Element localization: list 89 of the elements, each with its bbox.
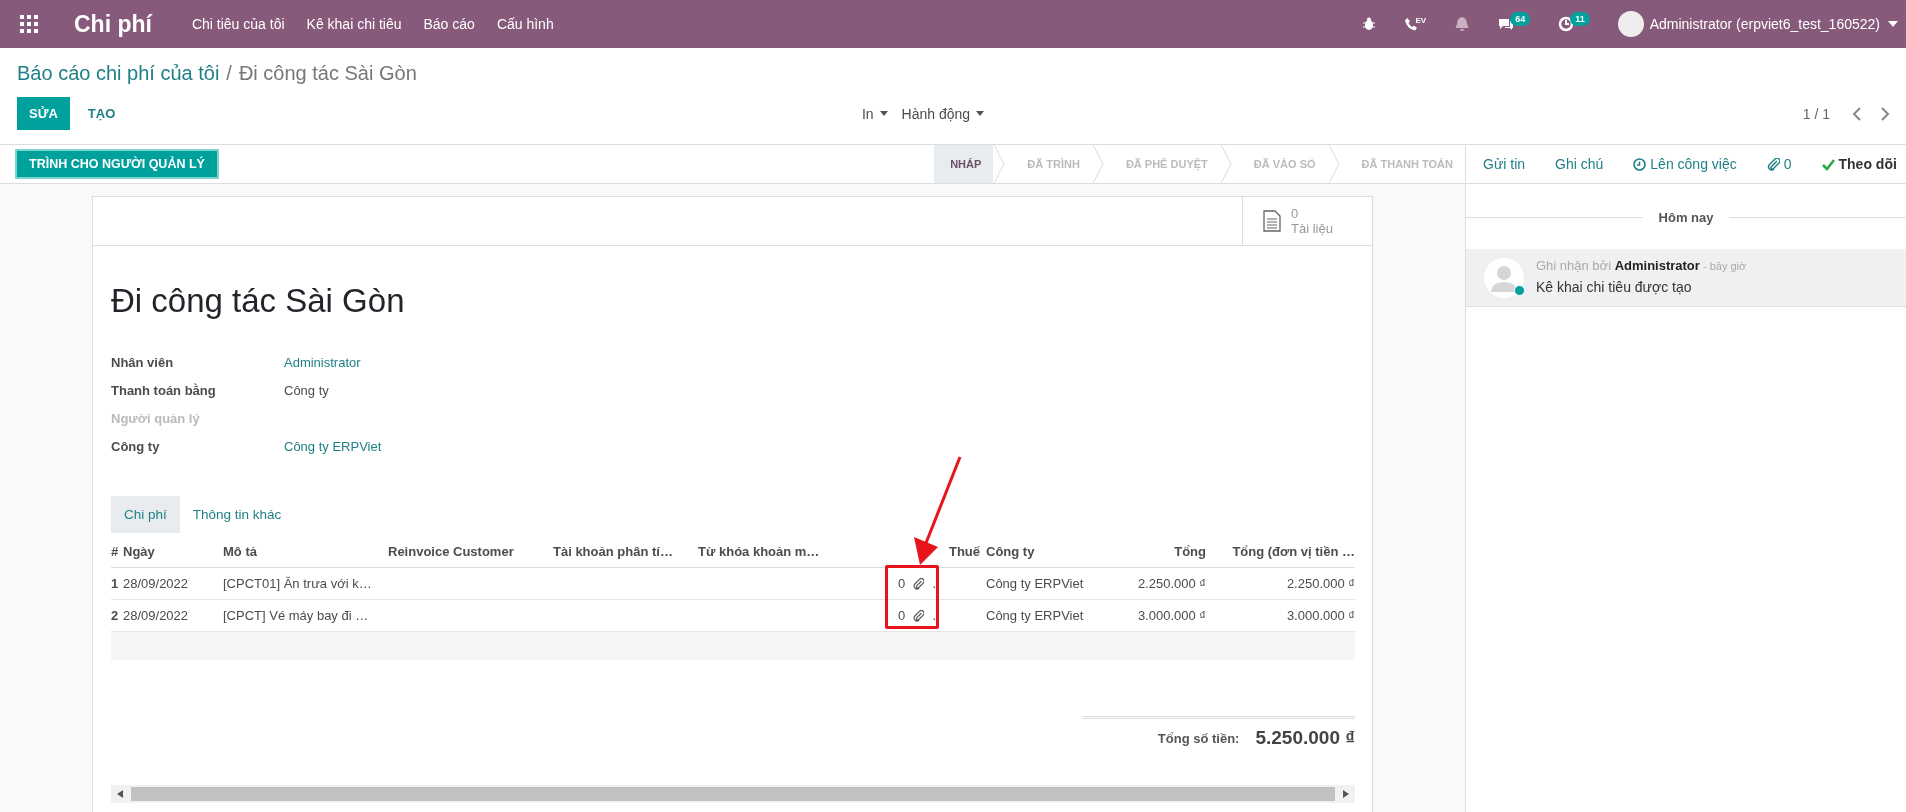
caret-icon xyxy=(879,111,888,116)
document-label: Tài liệu xyxy=(1291,221,1333,236)
breadcrumb-current: Đi công tác Sài Gòn xyxy=(238,61,417,85)
attachment-marker: . xyxy=(932,608,936,623)
column-header: Tổng (đơn vị tiền … xyxy=(1206,534,1355,568)
follow-button[interactable]: Theo dõi xyxy=(1821,156,1897,172)
bell-icon[interactable] xyxy=(1454,16,1471,32)
column-header: Mô tả xyxy=(223,534,388,568)
table-cell: [CPCT] Vé máy bay đi … xyxy=(223,608,369,623)
app-title: Chi phí xyxy=(74,10,152,38)
scroll-left-icon[interactable] xyxy=(117,790,123,798)
caret-icon[interactable] xyxy=(1888,21,1898,27)
table-cell: [CPCT01] Ăn trưa với k… xyxy=(223,576,372,591)
chat-icon[interactable] xyxy=(1498,17,1515,31)
field-value: Công ty xyxy=(284,382,329,398)
breadcrumb-separator: / xyxy=(226,61,232,85)
avatar-icon xyxy=(1484,258,1524,298)
column-header: # xyxy=(111,534,123,568)
submit-to-manager-button[interactable]: TRÌNH CHO NGƯỜI QUẢN LÝ xyxy=(15,149,219,179)
message-count-badge: 64 xyxy=(1510,12,1531,26)
record-title: Đi công tác Sài Gòn xyxy=(111,282,406,320)
print-dropdown[interactable]: In xyxy=(861,105,888,122)
message-body: Kê khai chi tiêu được tạo xyxy=(1536,279,1693,295)
date-separator: Hôm nay xyxy=(1658,210,1714,225)
chatter-action[interactable]: Ghi chú xyxy=(1555,156,1604,172)
amount-cell: 3.000.000 ₫ xyxy=(1137,608,1206,623)
row-number: 2 xyxy=(111,608,119,623)
table-cell: 28/09/2022 xyxy=(123,608,189,623)
column-header: Tổng xyxy=(1116,534,1206,568)
check-icon xyxy=(1821,157,1835,171)
field-label: Thanh toán bằng xyxy=(111,382,217,398)
user-menu[interactable]: Administrator (erpviet6_test_160522) xyxy=(1649,16,1880,32)
previous-icon[interactable] xyxy=(1852,106,1862,121)
bug-icon[interactable] xyxy=(1362,17,1377,31)
document-icon xyxy=(1263,210,1281,232)
attachment-count: 0 xyxy=(898,608,906,623)
table-cell: 28/09/2022 xyxy=(123,576,189,591)
amount-cell: 2.250.000 ₫ xyxy=(1286,576,1355,591)
column-header: Công ty xyxy=(980,534,1116,568)
next-icon[interactable] xyxy=(1880,106,1890,121)
paperclip-icon[interactable] xyxy=(913,609,925,622)
column-header: Ngày xyxy=(123,534,223,568)
column-header: Reinvoice Customer xyxy=(388,534,553,568)
message-author: Administrator xyxy=(1614,258,1700,273)
paperclip-icon[interactable] xyxy=(913,577,925,590)
paperclip-icon xyxy=(1766,157,1780,171)
menu-item[interactable]: Cấu hình xyxy=(496,16,554,32)
schedule-activity-button[interactable]: Lên công việc xyxy=(1633,156,1737,172)
create-button[interactable]: TẠO xyxy=(75,97,128,130)
scroll-right-icon[interactable] xyxy=(1343,790,1349,798)
column-header: Từ khóa khoản m… xyxy=(698,534,888,568)
menu-item[interactable]: Báo cáo xyxy=(423,16,475,32)
clock-icon[interactable] xyxy=(1558,16,1575,32)
row-number: 1 xyxy=(111,576,119,591)
total-amount: 5.250.000 ₫ xyxy=(1255,727,1355,749)
attachment-marker: . xyxy=(932,576,936,591)
apps-grid-icon[interactable] xyxy=(20,15,38,33)
field-label: Công ty xyxy=(111,438,161,454)
menu-item[interactable]: Kê khai chi tiêu xyxy=(306,16,402,32)
message-prefix: Ghi nhận bởi xyxy=(1536,258,1613,273)
attachment-count: 0 xyxy=(898,576,906,591)
menu-item[interactable]: Chi tiêu của tôi xyxy=(191,16,285,32)
total-label: Tổng số tiền: xyxy=(1157,730,1240,746)
highlight-frame xyxy=(885,565,939,629)
field-link[interactable]: Administrator xyxy=(284,354,361,370)
clock-icon xyxy=(1633,157,1647,171)
attachments-button[interactable]: 0 xyxy=(1766,156,1792,172)
document-count: 0 xyxy=(1291,206,1300,221)
action-dropdown[interactable]: Hành động xyxy=(901,105,985,122)
user-avatar[interactable] xyxy=(1617,11,1644,37)
table-cell: Công ty ERPViet xyxy=(986,576,1084,591)
phone-label: EV xyxy=(1415,15,1427,25)
activity-count-badge: 11 xyxy=(1570,12,1590,26)
breadcrumb-link[interactable]: Báo cáo chi phí của tôi xyxy=(17,61,220,85)
edit-button[interactable]: SỬA xyxy=(17,97,70,130)
table-cell: Công ty ERPViet xyxy=(986,608,1084,623)
message-time: - bây giờ xyxy=(1701,260,1747,272)
amount-cell: 2.250.000 ₫ xyxy=(1137,576,1206,591)
field-label: Nhân viên xyxy=(111,354,175,370)
horizontal-scrollbar[interactable] xyxy=(111,785,1355,803)
field-link[interactable]: Công ty ERPViet xyxy=(284,438,382,454)
amount-cell: 3.000.000 ₫ xyxy=(1286,608,1355,623)
caret-icon xyxy=(976,111,985,116)
column-header: Tài khoản phân tí… xyxy=(553,534,698,568)
field-label: Người quản lý xyxy=(111,410,201,426)
pager-value: 1 / 1 xyxy=(1802,105,1830,122)
tab[interactable]: Chi phí xyxy=(111,496,180,533)
status-stage[interactable]: NHÁP xyxy=(934,145,994,183)
chatter-action[interactable]: Gửi tin xyxy=(1483,156,1526,172)
